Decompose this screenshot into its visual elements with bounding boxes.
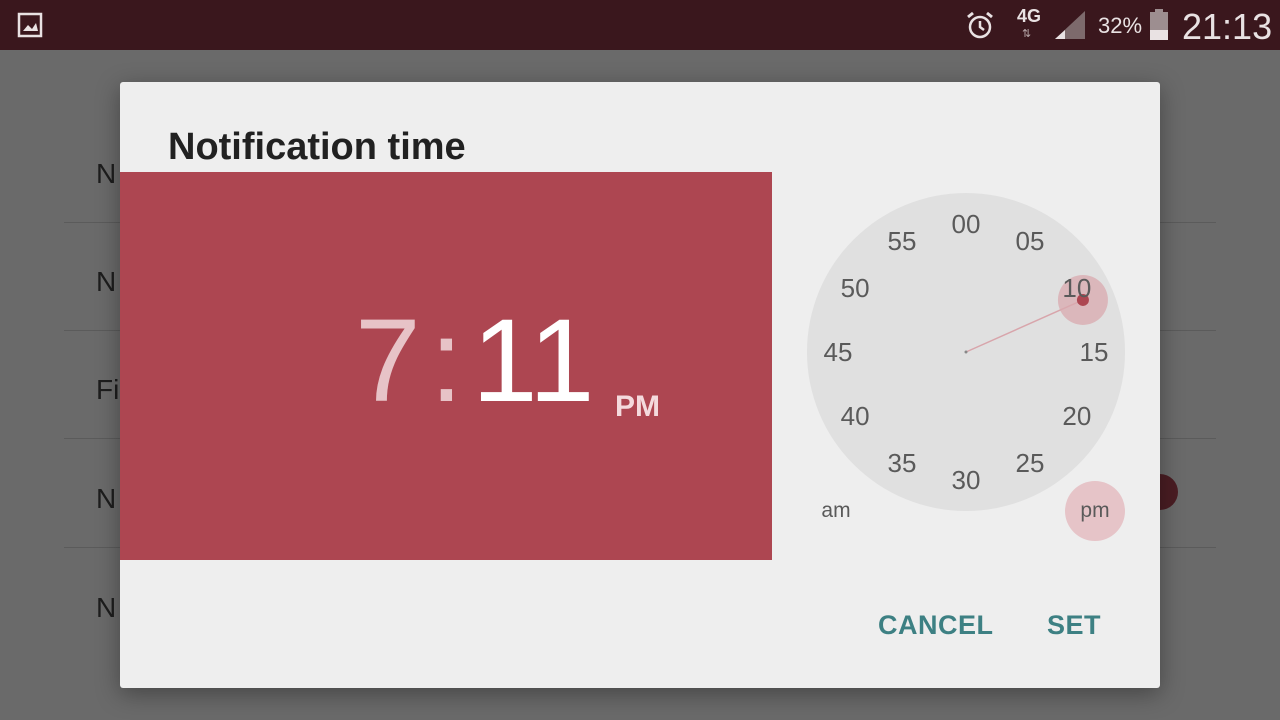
list-item-label: N xyxy=(96,266,117,297)
battery-icon xyxy=(1150,9,1168,40)
period-display[interactable]: PM xyxy=(615,390,660,424)
alarm-icon xyxy=(967,11,993,39)
list-item-label: N xyxy=(96,483,117,514)
data-activity-icon: ⇅ xyxy=(1022,28,1033,40)
clock-number[interactable]: 55 xyxy=(872,226,932,257)
battery-percent: 32% xyxy=(1098,13,1143,38)
clock-center xyxy=(964,350,968,354)
dialog-title: Notification time xyxy=(168,126,466,168)
clock-number[interactable]: 40 xyxy=(825,401,885,432)
network-type-label: 4G xyxy=(1017,6,1042,26)
clock-number[interactable]: 45 xyxy=(808,337,868,368)
clock-number[interactable]: 10 xyxy=(1047,273,1107,304)
clock-number[interactable]: 25 xyxy=(1000,448,1060,479)
time-header: 7 : 11 PM xyxy=(120,172,772,560)
pm-button[interactable]: pm xyxy=(1065,481,1125,541)
clock-number[interactable]: 35 xyxy=(872,448,932,479)
status-bar: 4G ⇅ 32% 21:13 xyxy=(0,0,1280,50)
signal-icon xyxy=(1055,11,1085,39)
clock-number[interactable]: 00 xyxy=(936,209,996,240)
am-button[interactable]: am xyxy=(806,481,866,541)
list-item-label: Fi xyxy=(96,374,120,405)
time-picker-dialog: Notification time 7 : 11 PM 00 05 10 15 20 25… xyxy=(120,82,1160,688)
list-item-label: N xyxy=(96,592,117,623)
hour-display[interactable]: 7 xyxy=(355,302,421,420)
list-item-label: N xyxy=(96,158,117,189)
clock-number[interactable]: 30 xyxy=(936,465,996,496)
gallery-icon xyxy=(17,12,43,38)
status-clock: 21:13 xyxy=(1182,6,1273,47)
clock-number[interactable]: 15 xyxy=(1064,337,1124,368)
set-button[interactable]: SET xyxy=(1047,610,1101,641)
clock-number[interactable]: 05 xyxy=(1000,226,1060,257)
clock-number[interactable]: 50 xyxy=(825,273,885,304)
minute-display[interactable]: 11 xyxy=(472,302,595,420)
cancel-button[interactable]: CANCEL xyxy=(878,610,994,641)
time-separator: : xyxy=(430,295,463,427)
clock-number[interactable]: 20 xyxy=(1047,401,1107,432)
